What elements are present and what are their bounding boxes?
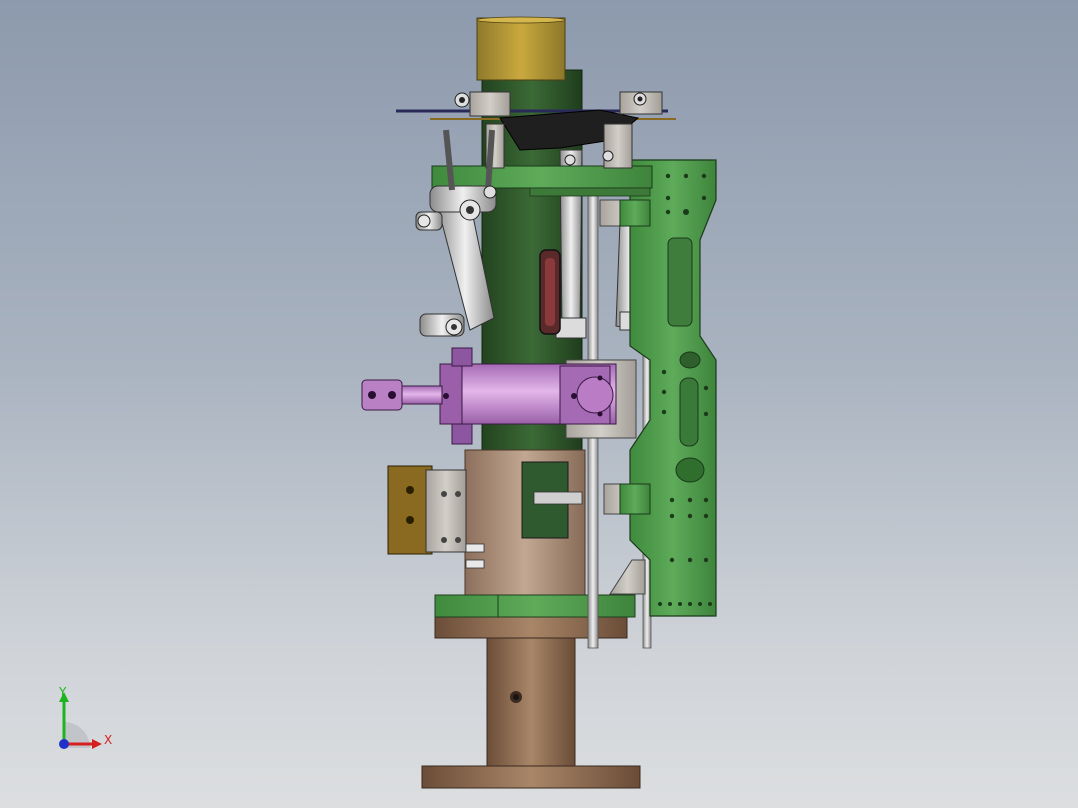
axis-triad: Y X xyxy=(44,684,124,764)
axis-triad-graphic xyxy=(59,692,102,749)
base-foot-plate xyxy=(421,765,641,789)
base-post xyxy=(486,635,576,767)
axis-y-label: Y xyxy=(59,685,67,699)
fixture-assembly-model[interactable] xyxy=(0,0,1078,808)
green-base-plate xyxy=(434,594,636,618)
column-window xyxy=(539,249,561,335)
cad-viewport[interactable]: Y X xyxy=(0,0,1078,808)
axis-x-label: X xyxy=(104,733,113,747)
lower-sleeve xyxy=(464,449,586,599)
brass-top-cap xyxy=(476,16,566,81)
